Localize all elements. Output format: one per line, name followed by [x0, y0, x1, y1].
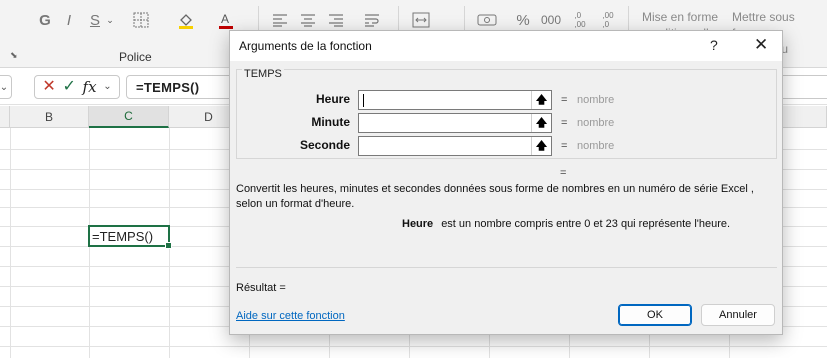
align-right-button[interactable] [324, 8, 348, 32]
decrease-decimal-button[interactable]: ,00 ,0 [596, 8, 620, 32]
function-name-legend: TEMPS [242, 68, 284, 80]
collapse-dialog-icon[interactable]: 🡅 [531, 137, 551, 155]
conditional-format-label: Mise en forme [642, 10, 719, 24]
divider [236, 267, 777, 268]
arg-result-heure: nombre [577, 94, 615, 106]
fill-color-button[interactable] [172, 8, 200, 32]
help-icon[interactable]: ? [710, 37, 718, 53]
arg-label-minute: Minute [311, 115, 350, 129]
underline-button[interactable]: S [84, 8, 106, 32]
increase-decimal-button[interactable]: ,0 ,00 [568, 8, 592, 32]
arguments-group: TEMPS Heure 🡅 = nombre Minute 🡅 = nombre… [236, 68, 777, 159]
arg-label-seconde: Seconde [299, 138, 350, 152]
argument-help-name: Heure [402, 218, 434, 230]
grid-line [0, 346, 827, 347]
merge-icon [412, 12, 430, 28]
wrap-text-icon [365, 14, 379, 27]
formula-result-equals: = [560, 167, 567, 179]
name-box-dropdown[interactable]: ⌄ [0, 75, 12, 99]
arg-input-seconde[interactable]: 🡅 [358, 136, 552, 156]
function-arguments-dialog: Arguments de la fonction ? ✕ TEMPS Heure… [229, 30, 783, 335]
argument-help: Heure est un nombre compris entre 0 et 23… [402, 218, 730, 230]
fill-bucket-icon [179, 14, 193, 29]
text-caret [363, 94, 364, 107]
arg-input-heure[interactable]: 🡅 [358, 90, 552, 110]
collapse-dialog-icon[interactable]: 🡅 [531, 114, 551, 132]
help-on-function-link[interactable]: Aide sur cette fonction [236, 310, 345, 322]
active-cell-c[interactable]: =TEMPS() [88, 225, 172, 249]
column-header-b[interactable]: B [10, 106, 89, 128]
font-color-button[interactable]: A [212, 8, 240, 32]
insert-function-icon[interactable]: fx [83, 79, 97, 95]
align-left-button[interactable] [268, 8, 292, 32]
argument-help-text: est un nombre compris entre 0 et 23 qui … [441, 218, 731, 230]
percent-button[interactable]: % [512, 8, 534, 32]
align-center-button[interactable] [296, 8, 320, 32]
formula-tools: ✕ ✓ fx ⌄ [34, 75, 120, 99]
confirm-formula-icon[interactable]: ✓ [62, 79, 75, 95]
borders-button[interactable] [128, 8, 154, 32]
arg-result-seconde: nombre [577, 140, 615, 152]
font-color-icon: A [219, 12, 233, 29]
collapse-dialog-icon[interactable]: 🡅 [531, 91, 551, 109]
chevron-down-icon[interactable]: ⌄ [103, 79, 111, 95]
arg-result-minute: nombre [577, 117, 615, 129]
font-dialog-launcher-icon[interactable]: ⬊ [10, 50, 18, 61]
ok-button[interactable]: OK [618, 304, 692, 326]
borders-icon [133, 12, 149, 28]
cancel-button[interactable]: Annuler [701, 304, 775, 326]
wrap-text-button[interactable] [360, 8, 384, 32]
align-right-icon [329, 14, 343, 27]
cancel-formula-icon[interactable]: ✕ [42, 79, 55, 95]
align-left-icon [273, 14, 287, 27]
dialog-title: Arguments de la fonction [239, 39, 372, 53]
arg-equals-heure: = [561, 94, 568, 106]
arg-input-minute[interactable]: 🡅 [358, 113, 552, 133]
function-description: Convertit les heures, minutes et seconde… [236, 183, 754, 210]
arg-equals-minute: = [561, 117, 568, 129]
font-group-label: Police [119, 50, 152, 64]
thousands-button[interactable]: 000 [538, 8, 564, 32]
arg-label-heure: Heure [315, 92, 350, 106]
currency-format-button[interactable] [474, 8, 500, 32]
dialog-titlebar[interactable]: Arguments de la fonction ? ✕ [230, 31, 782, 61]
result-label: Résultat = [236, 282, 286, 294]
currency-icon [477, 14, 497, 26]
merge-center-button[interactable] [408, 8, 434, 32]
arg-equals-seconde: = [561, 140, 568, 152]
italic-button[interactable]: I [58, 8, 80, 32]
underline-dropdown-icon[interactable]: ⌄ [104, 8, 116, 32]
bold-button[interactable]: G [34, 8, 56, 32]
svg-text:A: A [221, 12, 229, 26]
grid-line [10, 128, 11, 358]
row-header-corner[interactable] [0, 106, 10, 128]
chevron-down-icon: ⌄ [0, 81, 9, 93]
column-header-c[interactable]: C [89, 106, 169, 128]
align-center-icon [301, 14, 315, 27]
close-icon[interactable]: ✕ [754, 35, 768, 55]
